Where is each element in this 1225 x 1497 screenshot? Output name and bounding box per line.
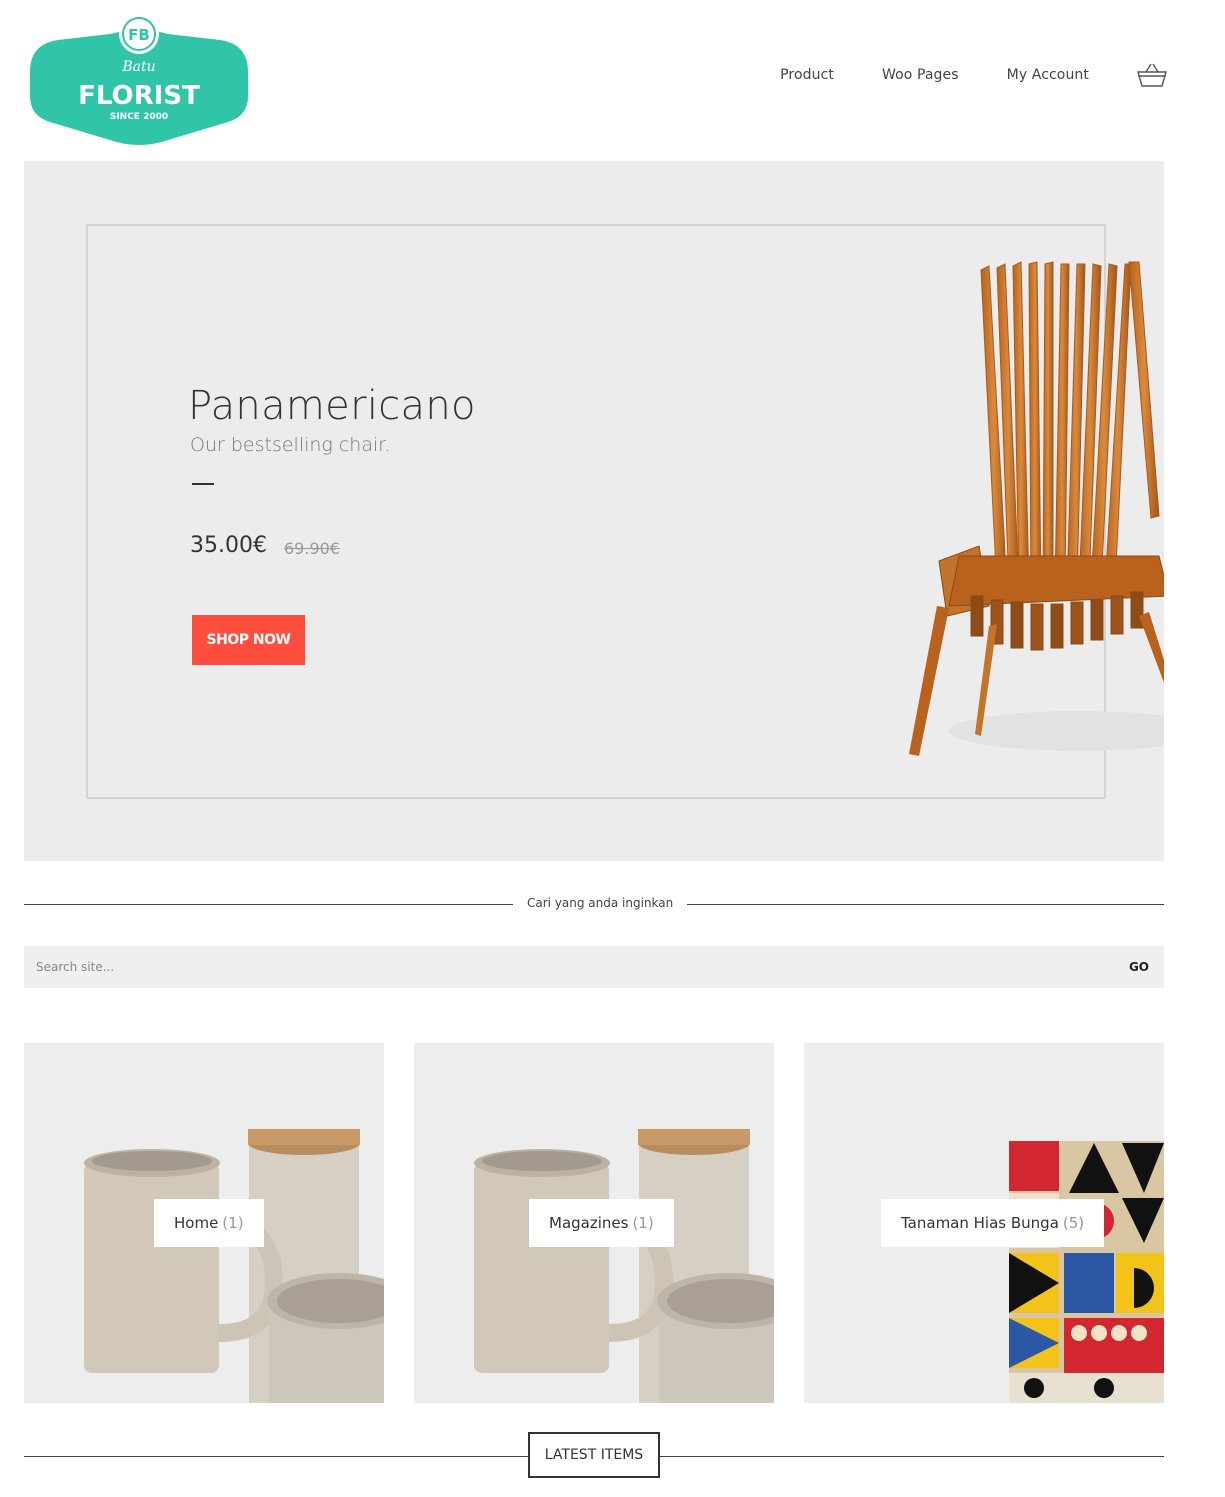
svg-text:FB: FB (128, 26, 150, 44)
hero-dash (192, 483, 214, 485)
chair-image (909, 261, 1164, 756)
search-form: GO (24, 946, 1164, 988)
nav-product[interactable]: Product (780, 67, 834, 83)
latest-items-heading: LATEST ITEMS (528, 1432, 660, 1478)
logo-graphic: FB Batu FLORIST SINCE 2000 (30, 14, 248, 145)
hero-subtitle: Our bestselling chair. (190, 434, 391, 456)
search-input[interactable] (24, 946, 1129, 988)
svg-text:SINCE 2000: SINCE 2000 (110, 112, 168, 122)
category-card-home[interactable]: Home (1) (24, 1043, 384, 1403)
site-logo[interactable]: FB Batu FLORIST SINCE 2000 (28, 12, 250, 146)
shop-now-button[interactable]: SHOP NOW (192, 615, 305, 665)
category-count: (1) (632, 1214, 654, 1232)
category-name: Home (174, 1214, 219, 1232)
search-section-label: Cari yang anda inginkan (513, 896, 688, 910)
hero-old-price: 69.90€ (284, 539, 340, 558)
hero-slider: Panamericano Our bestselling chair. 35.0… (24, 161, 1164, 861)
svg-text:Batu: Batu (121, 59, 155, 75)
category-card-tanaman-hias-bunga[interactable]: Tanaman Hias Bunga (5) (804, 1043, 1164, 1403)
category-name: Magazines (549, 1214, 629, 1232)
category-count: (5) (1062, 1214, 1085, 1232)
category-name: Tanaman Hias Bunga (901, 1214, 1059, 1232)
nav-my-account[interactable]: My Account (1007, 67, 1089, 83)
nav-woo-pages[interactable]: Woo Pages (882, 67, 959, 83)
category-label-tanaman-hias-bunga: Tanaman Hias Bunga (5) (881, 1199, 1105, 1247)
category-label-magazines: Magazines (1) (529, 1199, 674, 1247)
category-card-magazines[interactable]: Magazines (1) (414, 1043, 774, 1403)
hero-price: 35.00€ (190, 533, 267, 558)
hero-title: Panamericano (188, 383, 476, 429)
category-label-home: Home (1) (154, 1199, 264, 1247)
basket-icon[interactable] (1137, 62, 1167, 88)
category-count: (1) (222, 1214, 244, 1232)
main-nav: Product Woo Pages My Account (732, 62, 1167, 88)
svg-text:FLORIST: FLORIST (78, 81, 200, 111)
search-go-button[interactable]: GO (1129, 960, 1149, 974)
